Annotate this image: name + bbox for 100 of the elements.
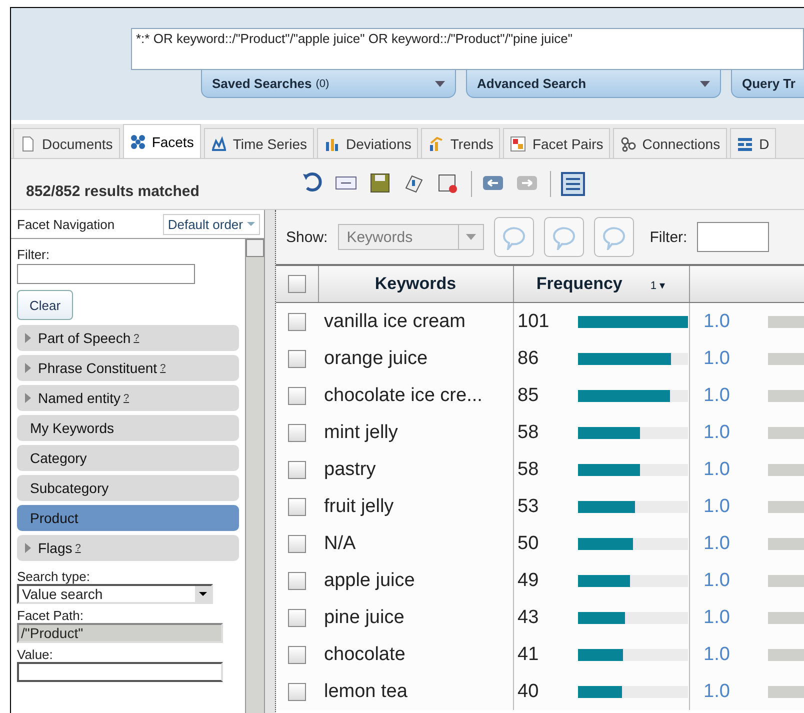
view-tab[interactable]: Facet Pairs [503,128,610,158]
score-cell-text: 1.0 [702,422,730,444]
score-cell-text: 1.0 [702,348,730,370]
keyword-cell: pastry [324,458,376,480]
results-count: 852/852 results matched [25,182,200,200]
row-checkbox[interactable] [288,608,306,626]
show-label: Show: [286,228,328,246]
scroll-up-button[interactable] [246,239,264,257]
row-checkbox[interactable] [288,312,306,330]
panel-title: Facet Navigation [17,216,115,232]
keyword-cell: chocolate [324,644,406,664]
order-dropdown[interactable]: Default order [162,214,260,234]
view-tab[interactable]: Facets [122,124,201,158]
score-cell-text: 1.0 [702,606,730,628]
keyword-cell: apple juice [324,570,415,590]
bubble-button[interactable] [494,217,534,257]
score-cell-text: 1.0 [702,384,730,406]
frequency-cell-text: 86 [516,348,540,370]
caret-icon [247,222,255,226]
keyword-cell: mint jelly [324,422,398,442]
view-tab[interactable]: Time Series [204,128,314,158]
value-field[interactable] [17,662,223,682]
facet-item[interactable]: Subcategory [17,475,239,501]
keyword-cell: vanilla ice cream [324,310,466,332]
frequency-cell-text: 101 [516,310,550,332]
keyword-cell: fruit jelly [324,496,394,516]
view-tab[interactable]: Documents [13,128,120,158]
facet-item[interactable]: Category [17,445,239,471]
search-panel-tab[interactable]: Saved Searches (0) [201,70,456,98]
frequency-cell-text: 58 [516,458,540,480]
trend-chart-icon [428,136,444,152]
search-panel-tab[interactable]: Advanced Search [466,70,721,98]
row-checkbox[interactable] [288,534,306,552]
row-checkbox[interactable] [288,460,306,478]
frequency-cell-text: 53 [516,496,540,518]
facet-path-field: /"Product" [17,623,223,643]
score-cell-text: 1.0 [702,532,730,554]
field-label: Search type: [17,569,91,584]
help-link[interactable]: ? [75,542,81,554]
speech-bubble-icon [600,224,627,250]
keyword-cell: chocolate ice cre... [324,384,482,406]
row-checkbox[interactable] [288,498,306,516]
row-checkbox[interactable] [288,350,306,368]
row-checkbox[interactable] [288,424,306,442]
view-tab[interactable]: Trends [421,128,500,158]
layout-icon [737,136,754,152]
dots-icon [130,134,146,150]
keyword-cell: N/A [324,532,356,554]
frequency-cell-text: 50 [516,532,540,554]
score-cell-text: 1.0 [702,458,730,480]
keyword-cell: orange juice [324,348,428,368]
row-checkbox[interactable] [288,646,306,664]
view-tab[interactable]: Connections [613,128,728,158]
frequency-cell-text: 40 [516,680,540,702]
frequency-cell-text: 43 [516,606,540,628]
caret-icon [700,80,710,86]
grid-icon [510,136,526,152]
field-label: Filter: [17,247,50,262]
speech-bubble-icon [500,224,527,250]
row-checkbox[interactable] [288,572,306,590]
frequency-cell-text: 85 [516,384,540,406]
select-all-checkbox[interactable] [288,275,306,293]
frequency-cell-text: 49 [516,570,540,592]
search-type-dropdown[interactable]: Value search [17,584,213,604]
query-field[interactable]: *:* OR keyword::/"Product"/"apple juice" OR keyword::/"Product"/"pine juice" [131,28,804,70]
caret-icon [435,80,445,86]
splitter-bar[interactable] [265,210,276,713]
show-dropdown[interactable]: Keywords [338,224,484,250]
column-header[interactable]: Keywords [318,265,513,302]
frequency-cell-text: 58 [516,422,540,444]
keyword-cell: lemon tea [324,680,408,702]
list-view-icon[interactable] [561,172,585,196]
row-checkbox[interactable] [288,386,306,404]
caret-icon [199,592,207,596]
score-cell-text: 1.0 [702,644,730,666]
frequency-cell-text: 41 [516,644,540,666]
nodes-icon [620,136,636,152]
line-chart-icon [210,136,227,152]
bubble-button[interactable] [594,217,634,257]
search-panel-tab[interactable]: Query Tr [731,70,804,98]
score-cell-text: 1.0 [702,496,730,518]
clear-button[interactable]: Clear [17,290,73,320]
view-tab[interactable]: D [730,128,776,158]
column-header[interactable]: Frequency 1 ▾ [513,265,689,302]
facet-item[interactable]: Product [17,505,239,531]
facet-item[interactable]: My Keywords [17,415,239,441]
document-icon [20,136,36,152]
filter-field[interactable] [697,222,770,252]
keyword-cell: pine juice [324,606,404,628]
speech-bubble-icon [550,224,577,250]
bubble-button[interactable] [544,217,584,257]
score-cell-text: 1.0 [702,570,730,592]
help-link[interactable]: ? [134,332,140,344]
help-link[interactable]: ? [160,362,166,374]
help-link[interactable]: ? [123,392,130,404]
field-label: Value: [17,647,54,662]
row-checkbox[interactable] [288,682,306,700]
filter-field[interactable] [17,264,195,284]
score-cell-text: 1.0 [702,680,730,702]
view-tab[interactable]: Deviations [317,128,418,158]
